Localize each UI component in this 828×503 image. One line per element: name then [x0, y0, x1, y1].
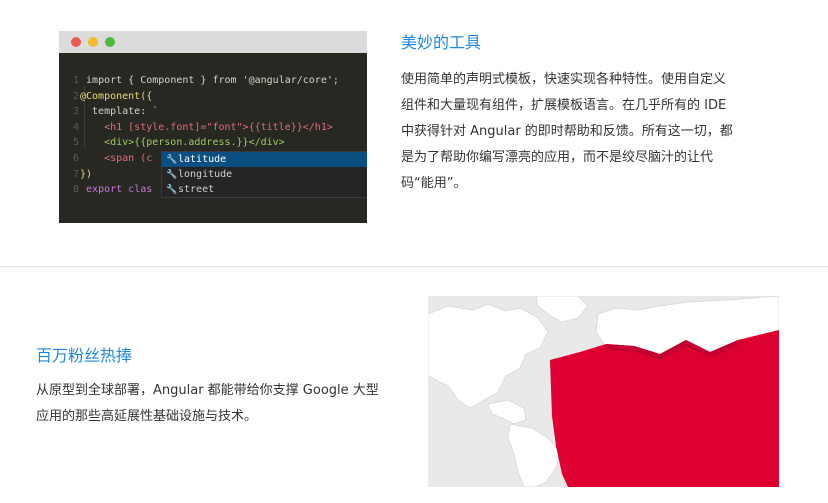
line-number: 7: [72, 168, 79, 180]
maximize-dot-icon: [105, 37, 115, 47]
line-number: 4: [72, 121, 79, 133]
autocomplete-item[interactable]: 🔧latitude: [162, 152, 367, 167]
code-text: <h1 [style.font]="font">{{title}}</h1>: [80, 121, 333, 133]
autocomplete-item[interactable]: 🔧longitude: [162, 167, 367, 182]
code-editor-screenshot: 1 import { Component } from '@angular/co…: [59, 31, 367, 223]
code-line: 2@Component({: [59, 89, 367, 105]
window-titlebar: [59, 31, 367, 53]
line-number: 6: [72, 152, 79, 164]
line-number: 2: [72, 90, 79, 102]
close-dot-icon: [71, 37, 81, 47]
scale-description: 从原型到全球部署，Angular 都能带给你支撑 Google 大型应用的那些高…: [36, 383, 379, 424]
code-line: 5 <div>{{person.address.}}</div>: [59, 135, 367, 151]
tools-section: 1 import { Component } from '@angular/co…: [0, 0, 828, 266]
world-map-graphic: [428, 296, 779, 487]
code-text: export clas: [86, 184, 153, 196]
wrench-icon: 🔧: [166, 185, 178, 195]
line-number: 5: [72, 137, 79, 149]
scale-title: 百万粉丝热捧: [36, 346, 133, 365]
autocomplete-item[interactable]: 🔧street: [162, 182, 367, 197]
world-map-image: [428, 296, 779, 487]
code-text: }): [80, 168, 93, 180]
code-text: <div>{{person.address.}}</div>: [80, 137, 285, 149]
code-text: <span (c: [80, 152, 153, 164]
wrench-icon: 🔧: [166, 170, 178, 180]
code-text: @Component({: [80, 90, 153, 102]
tools-description: 使用简单的声明式模板，快速实现各种特性。使用自定义组件和大量现有组件，扩展模板语…: [401, 72, 733, 191]
code-line: 3 template: `: [59, 104, 367, 120]
autocomplete-label: street: [178, 184, 215, 195]
code-text: template: `: [80, 106, 159, 118]
autocomplete-label: longitude: [178, 169, 233, 180]
minimize-dot-icon: [88, 37, 98, 47]
code-line: 1 import { Component } from '@angular/co…: [59, 73, 367, 89]
code-line: 4 <h1 [style.font]="font">{{title}}</h1>: [59, 120, 367, 136]
line-number: 1: [72, 75, 79, 86]
code-text: import { Component } from '@angular/core…: [86, 75, 339, 86]
line-number: 3: [72, 106, 79, 118]
autocomplete-label: latitude: [178, 154, 227, 165]
autocomplete-popup: 🔧latitude 🔧longitude 🔧street: [161, 151, 367, 198]
line-number: 8: [72, 184, 79, 196]
tools-title: 美妙的工具: [401, 33, 482, 52]
wrench-icon: 🔧: [166, 155, 178, 165]
